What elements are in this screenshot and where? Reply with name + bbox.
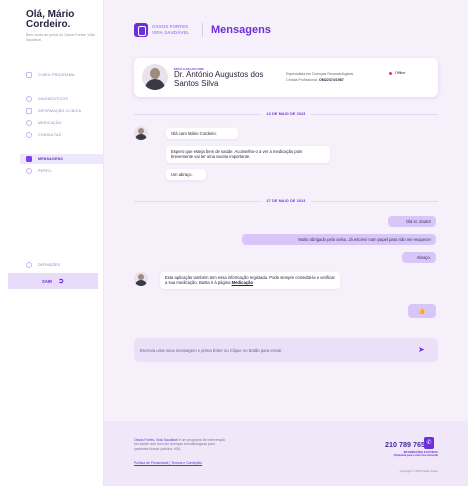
sidebar-item-label: INFORMAÇÃO CLÍNICA bbox=[38, 109, 82, 113]
sidebar-item-label: PERFIL bbox=[38, 169, 52, 173]
stethoscope-icon bbox=[26, 96, 32, 102]
footer-brand: Ossos Fortes, Vida Saudável bbox=[134, 438, 178, 442]
sidebar-item-perfil[interactable]: PERFIL bbox=[26, 166, 52, 176]
phone-icon: ✆ bbox=[424, 437, 434, 449]
logo-line-2: VIDA SAUDÁVEL bbox=[152, 30, 190, 35]
settings-link[interactable]: DEFINIÇÕES bbox=[26, 262, 60, 268]
pill-icon bbox=[26, 120, 32, 126]
copyright: Copyright © 2023 Vasilly Dewu bbox=[399, 469, 438, 473]
header-divider bbox=[202, 23, 203, 37]
phone-info-note: (Chamada para a rede fixa nacional) bbox=[393, 454, 438, 458]
outgoing-message: Abraço. bbox=[402, 252, 436, 264]
user-icon bbox=[26, 168, 32, 174]
doctor-message-avatar bbox=[134, 272, 148, 286]
footer-description: Ossos Fortes, Vida Saudável é um program… bbox=[134, 438, 228, 451]
status-dot-icon bbox=[389, 71, 392, 75]
greeting-subtitle: Bem-vindo ao portal do Ossos Fortes, Vid… bbox=[26, 33, 95, 42]
terms-link[interactable]: Termos e Condições bbox=[171, 461, 202, 465]
doctor-card: ESTÁ A FALAR COM Dr. António Augustos do… bbox=[134, 58, 438, 97]
sidebar-item-consultas[interactable]: CONSULTAS bbox=[26, 130, 61, 140]
app-page: Olá, Mário Cordeiro. Bem-vindo ao portal… bbox=[0, 0, 468, 486]
sidebar-item-diagnosticos[interactable]: DIAGNÓSTICOS bbox=[26, 94, 68, 104]
page-title: Mensagens bbox=[211, 24, 271, 36]
status-text: Offline bbox=[395, 71, 406, 75]
footer-links: Política de Privacidade | Termos e Condi… bbox=[134, 461, 202, 465]
logo-text: OSSOS FORTES VIDA SAUDÁVEL bbox=[152, 24, 200, 35]
doctor-name: Dr. António Augustos dos Santos Silva bbox=[174, 70, 264, 88]
sidebar-item-mensagens[interactable]: MENSAGENS bbox=[20, 154, 104, 164]
sidebar-item-label: CONSULTAS bbox=[38, 133, 62, 137]
calendar-icon bbox=[26, 72, 32, 78]
outgoing-message: Olá sr. doutor bbox=[388, 216, 436, 228]
greeting-title: Olá, Mário Cordeiro. bbox=[26, 9, 75, 30]
sidebar-item-informacao-clinica[interactable]: INFORMAÇÃO CLÍNICA bbox=[26, 106, 81, 116]
greeting: Olá, Mário Cordeiro. Bem-vindo ao portal… bbox=[26, 10, 100, 42]
medicacao-link[interactable]: Medicação bbox=[232, 280, 253, 285]
doctor-message-avatar bbox=[134, 126, 148, 140]
settings-label: DEFINIÇÕES bbox=[38, 263, 60, 267]
license-label: Cédula Profissional: bbox=[286, 78, 318, 82]
page-header: OSSOS FORTES VIDA SAUDÁVEL Mensagens bbox=[134, 23, 271, 37]
support-phone[interactable]: 210 789 765 bbox=[385, 440, 425, 449]
incoming-message: Esta aplicação também tem essa informaçã… bbox=[160, 272, 340, 289]
thumbs-up-message: 👍 bbox=[408, 304, 436, 318]
date-label: 24 DE MAIO DE 2023 bbox=[266, 112, 306, 116]
outgoing-message: Muito obrigado pelo aviso. Já escrevi nu… bbox=[242, 234, 436, 246]
footer: Ossos Fortes, Vida Saudável é um program… bbox=[104, 421, 468, 486]
incoming-message: Olá caro Mário Cordeiro. bbox=[166, 128, 238, 140]
date-separator: 27 DE MAIO DE 2023 bbox=[134, 198, 439, 204]
sidebar-item-label: DIAGNÓSTICOS bbox=[38, 97, 68, 101]
doctor-icon bbox=[26, 132, 32, 138]
send-icon[interactable]: ➤ bbox=[418, 345, 428, 355]
date-separator: 24 DE MAIO DE 2023 bbox=[134, 111, 439, 117]
message-input[interactable] bbox=[140, 347, 400, 353]
chat-icon bbox=[26, 156, 32, 162]
logout-button[interactable]: SAIR ➲ bbox=[8, 273, 98, 289]
gear-icon bbox=[26, 262, 32, 268]
sidebar-item-medicacao[interactable]: MEDICAÇÃO bbox=[26, 118, 62, 128]
logout-label: SAIR bbox=[42, 278, 53, 284]
phone-info: INFORMAÇÕES E DÚVIDAS (Chamada para a re… bbox=[385, 451, 438, 457]
privacy-link[interactable]: Política de Privacidade bbox=[134, 461, 169, 465]
sidebar-item-label: O MEU PROGRAMA bbox=[38, 73, 75, 77]
sidebar-item-label: MENSAGENS bbox=[38, 157, 63, 161]
license-number: OM22374/1987 bbox=[318, 78, 344, 82]
incoming-message: Espero que esteja bem de saúde. Aconselh… bbox=[166, 146, 330, 163]
status-badge: Offline bbox=[389, 71, 405, 75]
sidebar-item-label: MEDICAÇÃO bbox=[38, 121, 62, 125]
incoming-message: Um abraço. bbox=[166, 169, 206, 181]
logo-icon bbox=[134, 23, 148, 37]
sidebar-item-programa[interactable]: O MEU PROGRAMA bbox=[26, 70, 75, 80]
logout-icon: ➲ bbox=[58, 277, 64, 285]
sidebar: Olá, Mário Cordeiro. Bem-vindo ao portal… bbox=[0, 0, 104, 486]
clipboard-icon bbox=[26, 108, 32, 114]
message-composer: ➤ bbox=[134, 338, 438, 362]
main-content: OSSOS FORTES VIDA SAUDÁVEL Mensagens EST… bbox=[104, 0, 468, 486]
doctor-details: Especialista em Doenças Reumatológicas C… bbox=[286, 71, 386, 83]
date-label: 27 DE MAIO DE 2023 bbox=[266, 199, 306, 203]
doctor-avatar bbox=[142, 64, 168, 90]
